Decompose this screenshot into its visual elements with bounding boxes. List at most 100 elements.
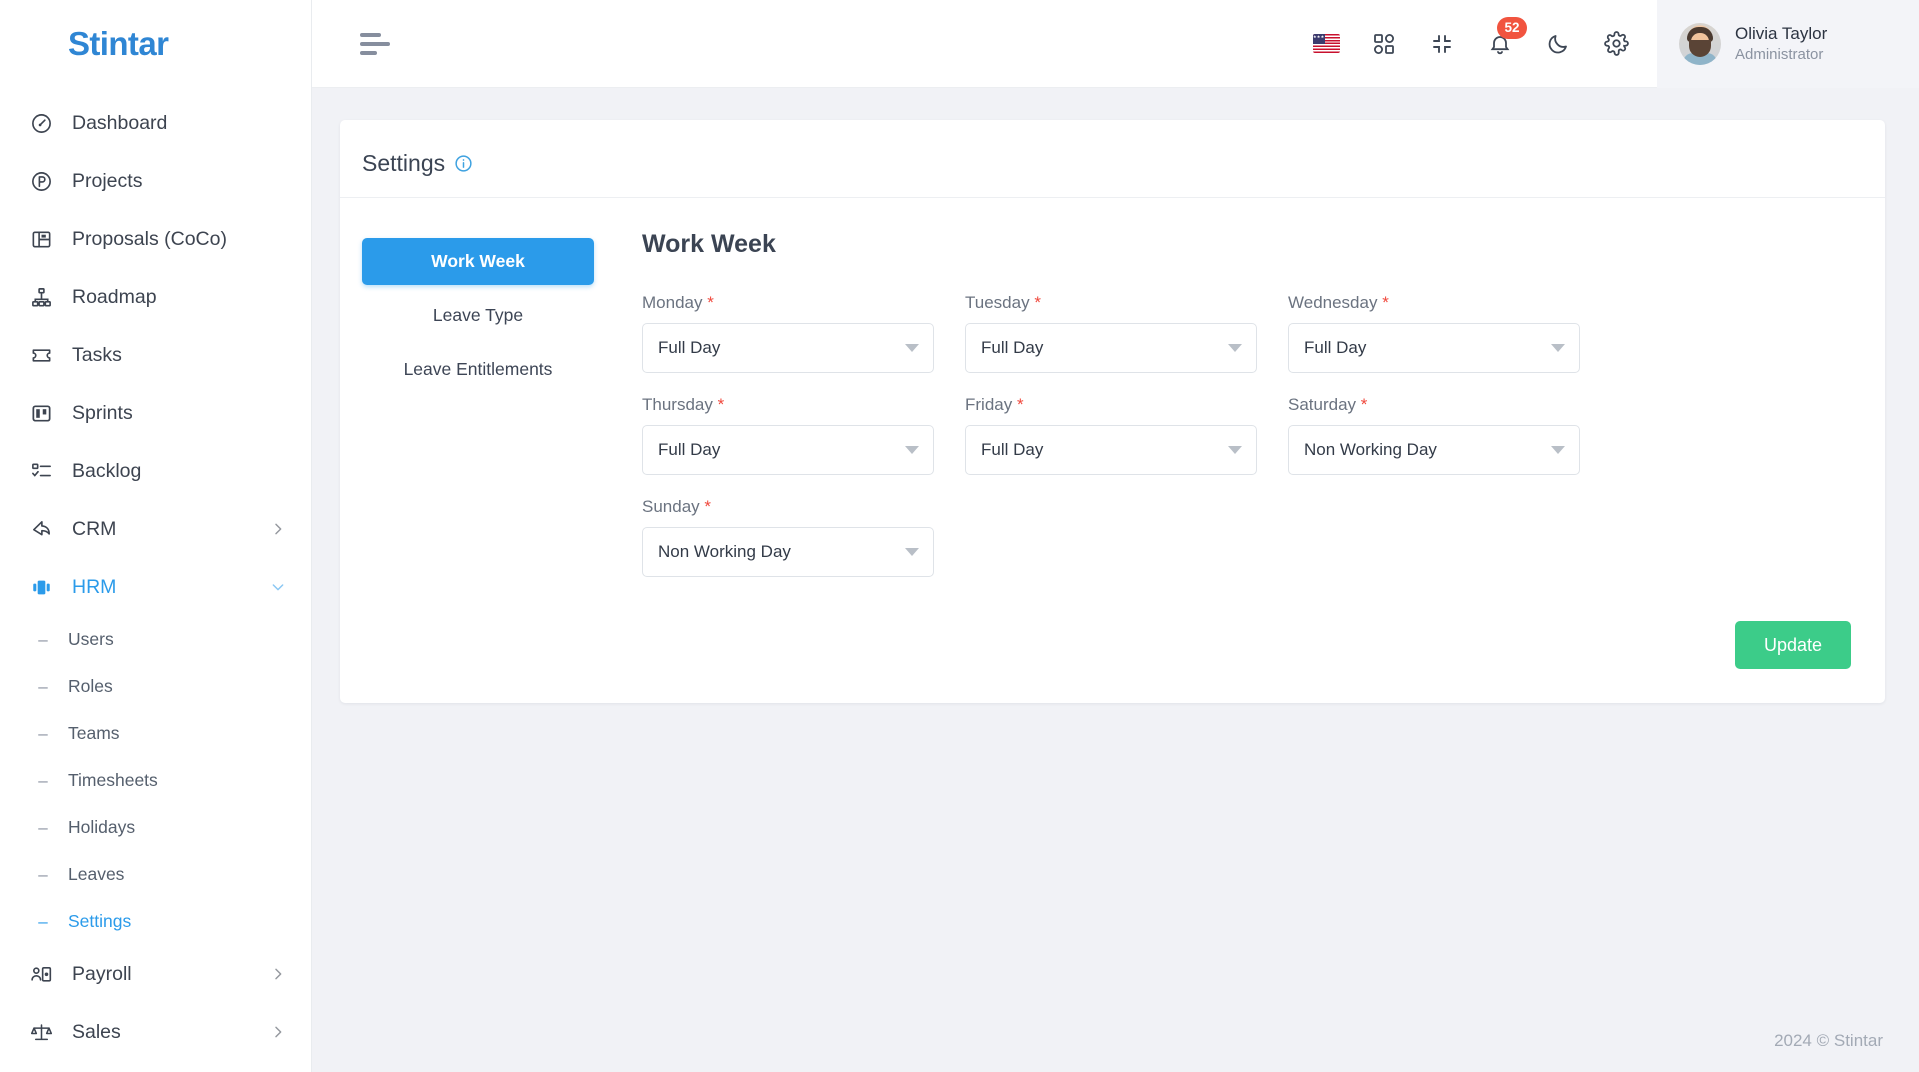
- settings-gear-icon[interactable]: [1601, 29, 1631, 59]
- dark-mode-moon-icon[interactable]: [1543, 29, 1573, 59]
- dash-icon: –: [38, 677, 48, 696]
- chevron-down-icon[interactable]: [1551, 344, 1565, 352]
- sidebar-item-backlog[interactable]: Backlog: [0, 442, 311, 500]
- user-meta: Olivia Taylor Administrator: [1735, 24, 1827, 63]
- work-week-fields: Monday * Full Day Tuesday * Full Day Wednesd…: [642, 293, 1851, 599]
- sidebar-subitem-settings[interactable]: – Settings: [0, 898, 311, 945]
- settings-tab-list: Work Week Leave Type Leave Entitlements: [362, 230, 594, 669]
- user-name: Olivia Taylor: [1735, 24, 1828, 43]
- chevron-down-icon[interactable]: [905, 548, 919, 556]
- card-body: Work Week Leave Type Leave Entitlements Wo…: [340, 198, 1885, 669]
- field-label-text: Wednesday: [1288, 293, 1378, 312]
- notification-badge: 52: [1497, 16, 1527, 39]
- info-circle-icon[interactable]: [454, 154, 473, 173]
- sidebar-item-hrm[interactable]: HRM: [0, 558, 311, 616]
- sidebar-item-label: Dashboard: [72, 111, 168, 134]
- brand-logo-text: Stintar: [68, 25, 169, 62]
- sidebar-item-label: Projects: [72, 169, 143, 192]
- sidebar-item-crm[interactable]: CRM: [0, 500, 311, 558]
- user-role: Administrator: [1735, 46, 1824, 63]
- user-profile-menu[interactable]: Olivia Taylor Administrator: [1657, 0, 1919, 88]
- tab-leave-type[interactable]: Leave Type: [362, 292, 594, 339]
- proposals-icon: [28, 226, 54, 252]
- field-label-text: Friday: [965, 395, 1013, 414]
- field-friday: Friday * Full Day: [965, 395, 1257, 475]
- hamburger-line: [360, 32, 381, 37]
- select-value: Non Working Day: [1304, 440, 1437, 459]
- gauge-icon: [28, 110, 54, 136]
- dash-icon: –: [38, 912, 48, 931]
- sidebar-item-label: Tasks: [72, 343, 122, 366]
- tab-leave-entitlements[interactable]: Leave Entitlements: [362, 346, 594, 393]
- sidebar-subitem-timesheets[interactable]: – Timesheets: [0, 757, 311, 804]
- field-monday: Monday * Full Day: [642, 293, 934, 373]
- hrm-icon: [28, 574, 54, 600]
- sidebar-subitem-label: Teams: [68, 723, 120, 743]
- field-saturday: Saturday * Non Working Day: [1288, 395, 1580, 475]
- sidebar-item-projects[interactable]: Projects: [0, 152, 311, 210]
- notifications-bell-icon[interactable]: 52: [1485, 16, 1527, 59]
- sidebar-subitem-label: Roles: [68, 676, 113, 696]
- required-marker: *: [704, 497, 712, 516]
- field-sunday: Sunday * Non Working Day: [642, 497, 934, 577]
- field-thursday: Thursday * Full Day: [642, 395, 934, 475]
- chevron-right-icon[interactable]: [269, 965, 287, 983]
- chevron-down-icon[interactable]: [905, 446, 919, 454]
- sidebar-subitem-label: Timesheets: [68, 770, 158, 790]
- fullscreen-exit-icon[interactable]: [1427, 29, 1457, 59]
- select-wednesday[interactable]: Full Day: [1288, 323, 1580, 373]
- tab-work-week[interactable]: Work Week: [362, 238, 594, 285]
- sidebar-item-label: CRM: [72, 517, 117, 540]
- brand-logo[interactable]: Stintar: [0, 0, 311, 88]
- chevron-down-icon[interactable]: [1551, 446, 1565, 454]
- sidebar-subitem-roles[interactable]: – Roles: [0, 663, 311, 710]
- chevron-right-icon[interactable]: [269, 520, 287, 538]
- select-monday[interactable]: Full Day: [642, 323, 934, 373]
- form-actions: Update: [642, 599, 1851, 669]
- chevron-down-icon[interactable]: [269, 578, 287, 596]
- required-marker: *: [1034, 293, 1041, 312]
- sidebar-item-payroll[interactable]: Payroll: [0, 945, 311, 1003]
- sidebar-item-proposals-coco[interactable]: Proposals (CoCo): [0, 210, 311, 268]
- sidebar-subitem-holidays[interactable]: – Holidays: [0, 804, 311, 851]
- projects-icon: [28, 168, 54, 194]
- apps-grid-icon[interactable]: [1369, 29, 1399, 59]
- chevron-down-icon[interactable]: [1228, 344, 1242, 352]
- page-content: Settings Work Week Leave Type Leave Entitl…: [312, 88, 1919, 1010]
- sidebar-item-dashboard[interactable]: Dashboard: [0, 94, 311, 152]
- select-friday[interactable]: Full Day: [965, 425, 1257, 475]
- field-label: Tuesday *: [965, 293, 1257, 313]
- required-marker: *: [707, 293, 714, 312]
- main-area: ★★★ 52 Olivia Taylor Administrator Setti…: [312, 0, 1919, 1072]
- field-label: Thursday *: [642, 395, 934, 415]
- sidebar-item-label: Roadmap: [72, 285, 157, 308]
- crm-icon: [28, 516, 54, 542]
- select-thursday[interactable]: Full Day: [642, 425, 934, 475]
- chevron-right-icon[interactable]: [269, 1023, 287, 1041]
- sidebar-subitem-leaves[interactable]: – Leaves: [0, 851, 311, 898]
- sidebar-subitem-teams[interactable]: – Teams: [0, 710, 311, 757]
- sidebar-item-label: Payroll: [72, 962, 132, 985]
- footer-copyright: 2024 © Stintar: [1774, 1031, 1883, 1050]
- hamburger-line: [360, 50, 377, 55]
- chevron-down-icon[interactable]: [1228, 446, 1242, 454]
- dash-icon: –: [38, 724, 48, 743]
- sidebar-item-sales[interactable]: Sales: [0, 1003, 311, 1061]
- chevron-down-icon[interactable]: [905, 344, 919, 352]
- sidebar-item-tasks[interactable]: Tasks: [0, 326, 311, 384]
- dash-icon: –: [38, 771, 48, 790]
- sidebar-subitem-label: Settings: [68, 911, 132, 931]
- select-sunday[interactable]: Non Working Day: [642, 527, 934, 577]
- hamburger-icon[interactable]: [360, 32, 390, 55]
- update-button[interactable]: Update: [1734, 621, 1851, 669]
- field-label: Saturday *: [1288, 395, 1580, 415]
- sidebar-subitem-users[interactable]: – Users: [0, 616, 311, 663]
- language-flag-us-icon[interactable]: ★★★: [1311, 29, 1341, 59]
- select-saturday[interactable]: Non Working Day: [1288, 425, 1580, 475]
- sidebar-item-roadmap[interactable]: Roadmap: [0, 268, 311, 326]
- app-root: Stintar Dashboard Projects Proposals (CoCo…: [0, 0, 1919, 1072]
- select-value: Full Day: [1304, 338, 1367, 357]
- select-tuesday[interactable]: Full Day: [965, 323, 1257, 373]
- sidebar-item-label: Sprints: [72, 401, 133, 424]
- sidebar-item-sprints[interactable]: Sprints: [0, 384, 311, 442]
